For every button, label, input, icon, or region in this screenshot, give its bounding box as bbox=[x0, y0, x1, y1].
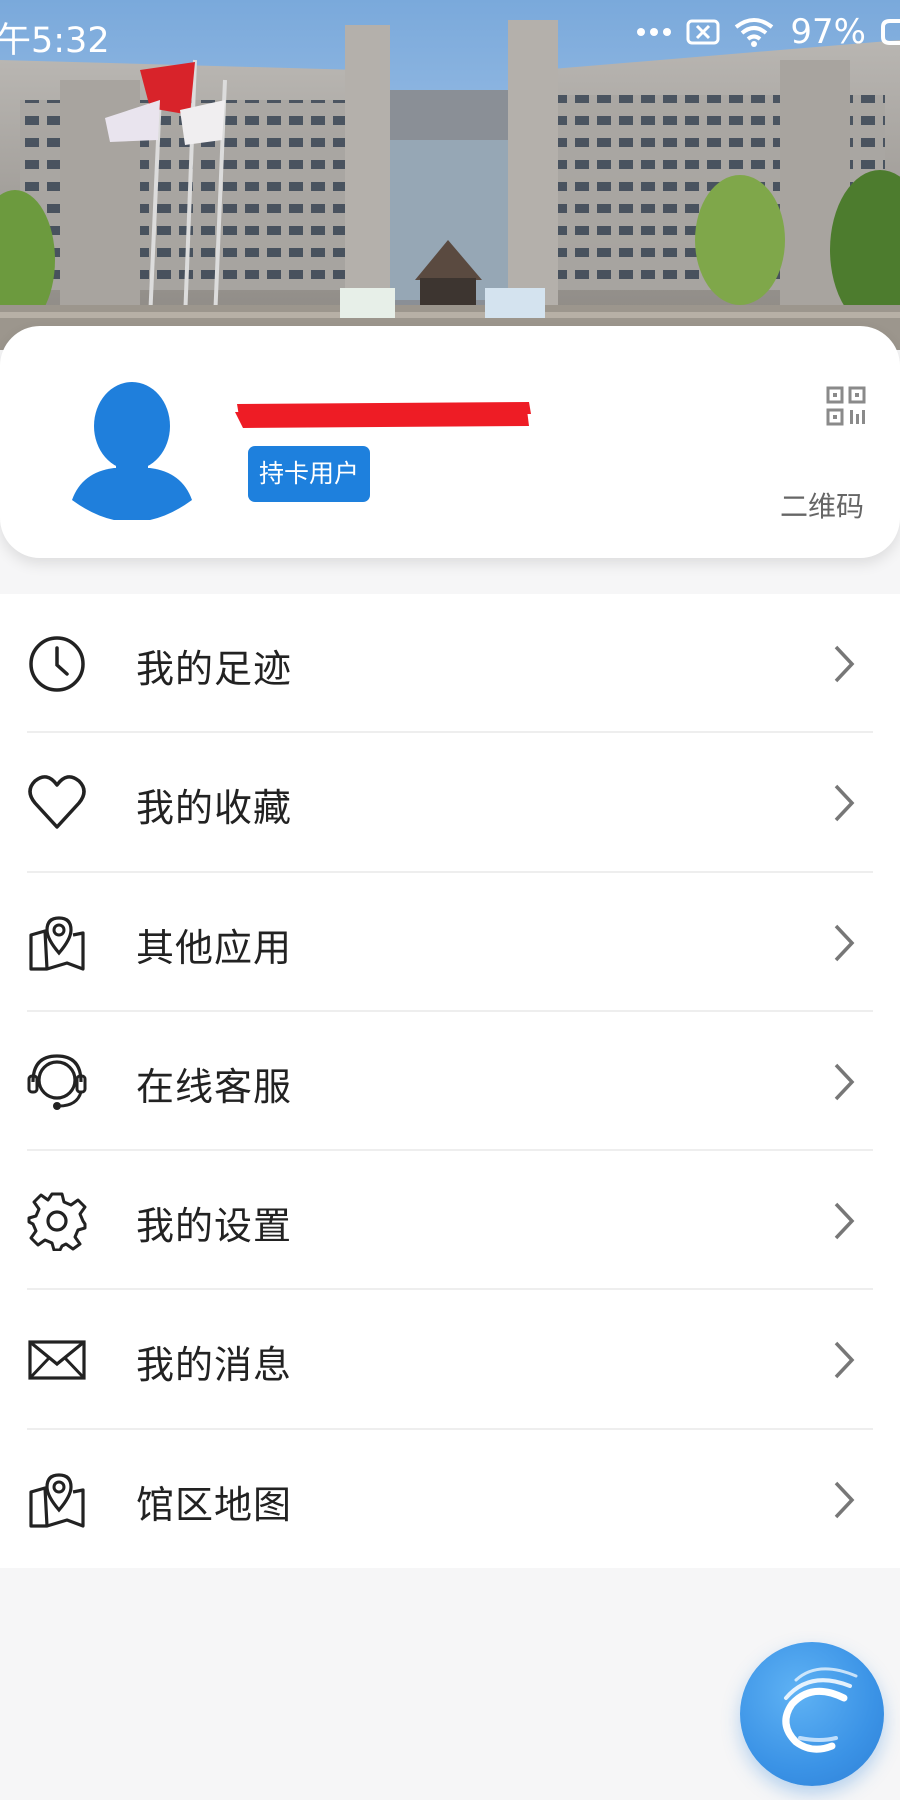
user-type-badge: 持卡用户 bbox=[248, 446, 371, 502]
floating-assistant-button[interactable] bbox=[740, 1642, 884, 1786]
menu-list: 我的足迹 我的收藏 其他应用 在线客服 我的设置 我的消息 馆区地图 bbox=[0, 594, 900, 1568]
chevron-right-icon bbox=[828, 1339, 858, 1381]
user-name-redacted bbox=[233, 392, 533, 432]
heart-icon bbox=[27, 773, 87, 833]
chevron-right-icon bbox=[828, 782, 858, 824]
menu-item-label: 我的设置 bbox=[136, 1204, 293, 1249]
menu-item-label: 馆区地图 bbox=[136, 1482, 293, 1527]
menu-item-label: 我的消息 bbox=[136, 1343, 293, 1388]
menu-item-label: 在线客服 bbox=[136, 1064, 293, 1109]
menu-item-label: 其他应用 bbox=[136, 925, 293, 970]
map-pin-icon bbox=[27, 913, 87, 973]
menu-item-messages[interactable]: 我的消息 bbox=[0, 1290, 900, 1430]
qr-code-button[interactable]: 二维码 bbox=[766, 386, 886, 523]
envelope-icon bbox=[27, 1330, 87, 1390]
chevron-right-icon bbox=[828, 1061, 858, 1103]
menu-item-online-service[interactable]: 在线客服 bbox=[0, 1012, 900, 1152]
chevron-right-icon bbox=[828, 922, 858, 964]
more-dots-icon bbox=[636, 26, 672, 38]
menu-item-library-map[interactable]: 馆区地图 bbox=[0, 1430, 900, 1569]
wifi-icon bbox=[734, 17, 774, 47]
clock-icon bbox=[27, 634, 87, 694]
avatar[interactable] bbox=[72, 380, 192, 522]
menu-item-settings[interactable]: 我的设置 bbox=[0, 1151, 900, 1291]
status-bar: 午5:32 97% bbox=[0, 0, 900, 64]
sim-off-icon bbox=[686, 18, 720, 46]
menu-item-label: 我的收藏 bbox=[136, 786, 293, 831]
status-time: 午5:32 bbox=[0, 21, 110, 61]
menu-item-label: 我的足迹 bbox=[136, 647, 293, 691]
battery-percent: 97% bbox=[790, 12, 866, 52]
gear-icon bbox=[27, 1191, 87, 1252]
profile-card: 持卡用户 二维码 bbox=[0, 326, 900, 558]
qr-code-label: 二维码 bbox=[780, 490, 865, 523]
menu-item-favorites[interactable]: 我的收藏 bbox=[0, 733, 900, 873]
menu-item-other-apps[interactable]: 其他应用 bbox=[0, 873, 900, 1012]
chevron-right-icon bbox=[828, 1479, 858, 1521]
status-icons: 97% bbox=[636, 12, 900, 52]
screen: 午5:32 97% 持卡用户 二维码 我的足迹 我的收藏 其他应用 在线客服 我… bbox=[0, 0, 900, 1800]
headset-icon bbox=[27, 1052, 87, 1112]
menu-item-footprints[interactable]: 我的足迹 bbox=[0, 594, 900, 734]
battery-icon bbox=[880, 17, 900, 47]
chevron-right-icon bbox=[828, 1200, 858, 1242]
map-pin-icon bbox=[27, 1470, 87, 1530]
qr-code-icon bbox=[805, 386, 886, 430]
chevron-right-icon bbox=[828, 643, 858, 685]
